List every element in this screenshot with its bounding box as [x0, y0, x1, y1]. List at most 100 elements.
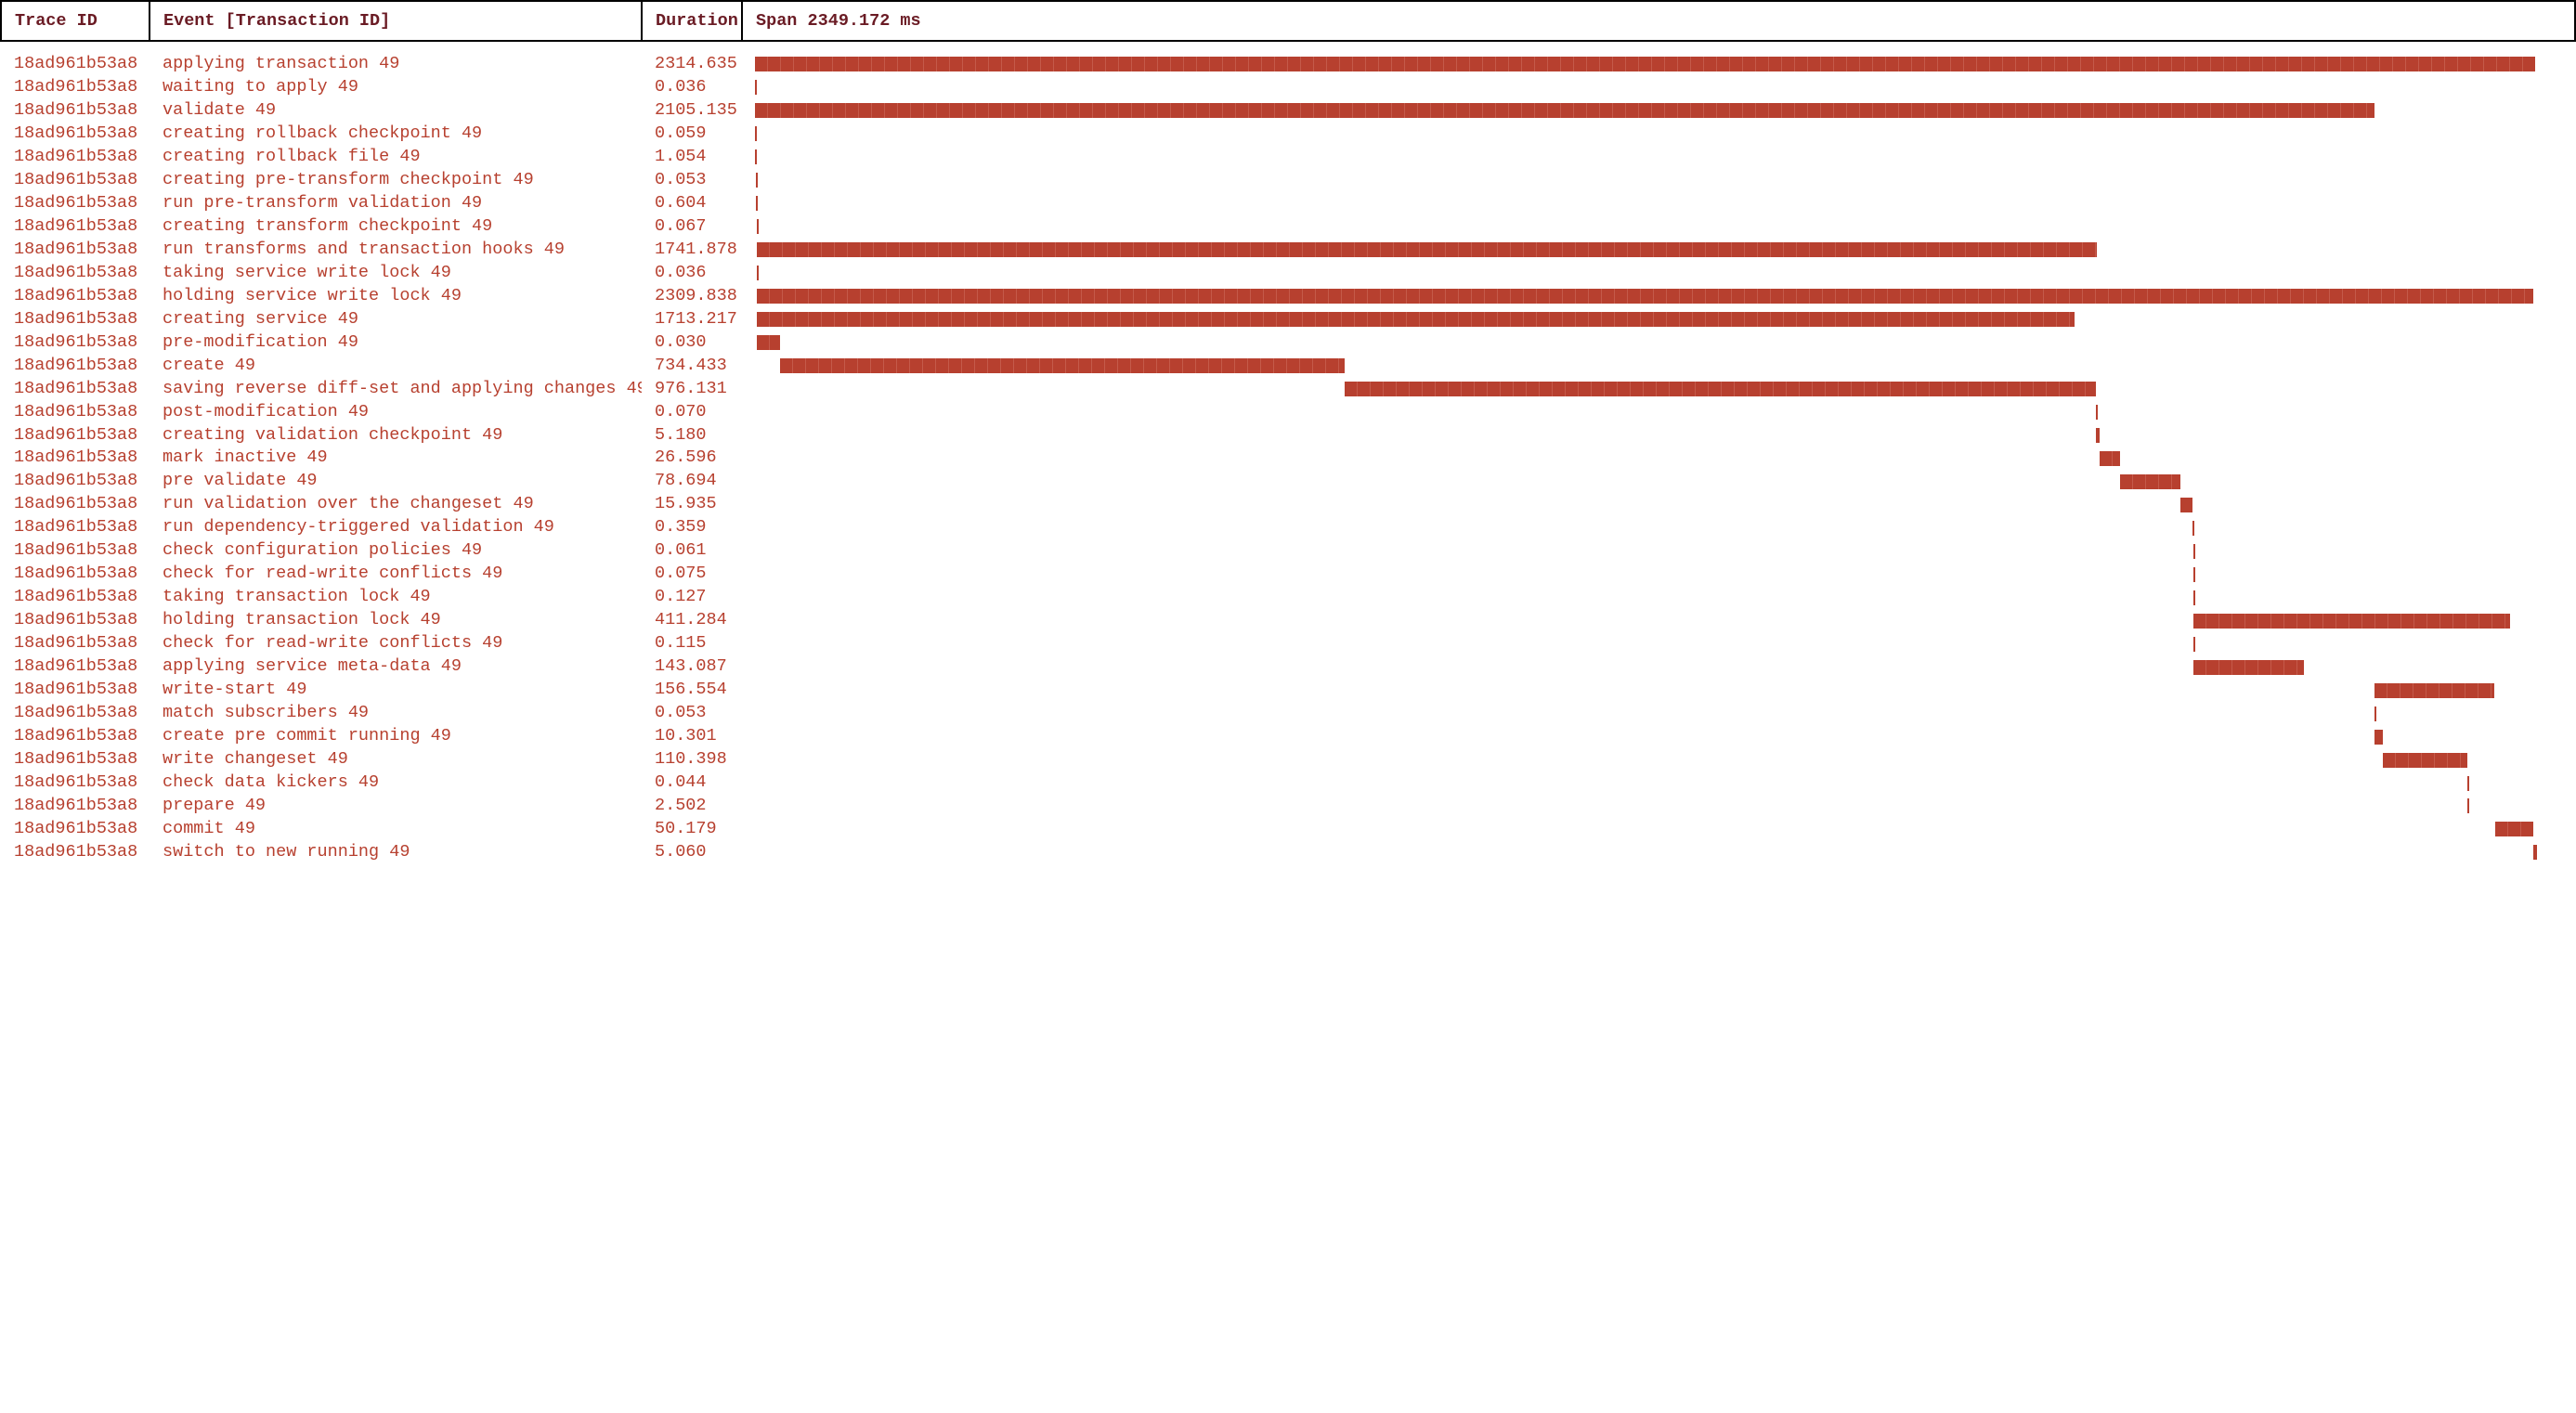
table-row[interactable]: 18ad961b53a8holding service write lock 4…: [1, 285, 2575, 308]
table-row[interactable]: 18ad961b53a8creating pre-transform check…: [1, 169, 2575, 192]
event-cell: match subscribers 49: [150, 702, 642, 725]
span-bar[interactable]: [2467, 798, 2469, 813]
span-bar[interactable]: [2192, 521, 2194, 536]
span-bar[interactable]: [756, 173, 758, 188]
table-row[interactable]: 18ad961b53a8commit 4950.179: [1, 818, 2575, 841]
table-row[interactable]: 18ad961b53a8taking service write lock 49…: [1, 262, 2575, 285]
span-bar[interactable]: [757, 219, 759, 234]
span-bar[interactable]: [2495, 822, 2534, 836]
span-bar[interactable]: [2180, 498, 2192, 512]
span-bar[interactable]: [2374, 706, 2376, 721]
trace-id-cell: 18ad961b53a8: [1, 308, 150, 331]
event-cell: waiting to apply 49: [150, 76, 642, 99]
table-row[interactable]: 18ad961b53a8create 49734.433: [1, 355, 2575, 378]
span-bar[interactable]: [756, 196, 758, 211]
table-row[interactable]: 18ad961b53a8mark inactive 4926.596: [1, 447, 2575, 470]
span-bar[interactable]: [757, 289, 2533, 304]
table-row[interactable]: 18ad961b53a8check for read-write conflic…: [1, 563, 2575, 586]
event-cell: applying service meta-data 49: [150, 655, 642, 679]
span-bar[interactable]: [2467, 776, 2469, 791]
duration-cell: 50.179: [642, 818, 742, 841]
table-row[interactable]: 18ad961b53a8run dependency-triggered val…: [1, 516, 2575, 539]
span-cell: [742, 539, 2575, 563]
table-row[interactable]: 18ad961b53a8creating rollback checkpoint…: [1, 123, 2575, 146]
span-bar[interactable]: [2120, 474, 2180, 489]
span-bar[interactable]: [2193, 567, 2195, 582]
header-event[interactable]: Event [Transaction ID]: [150, 1, 642, 41]
span-bar[interactable]: [757, 312, 2075, 327]
duration-cell: 734.433: [642, 355, 742, 378]
span-bar[interactable]: [2533, 845, 2537, 860]
span-cell: [742, 702, 2575, 725]
trace-id-cell: 18ad961b53a8: [1, 771, 150, 795]
span-bar[interactable]: [2374, 683, 2495, 698]
table-row[interactable]: 18ad961b53a8check for read-write conflic…: [1, 632, 2575, 655]
table-row[interactable]: 18ad961b53a8run transforms and transacti…: [1, 239, 2575, 262]
table-row[interactable]: 18ad961b53a8create pre commit running 49…: [1, 725, 2575, 748]
span-cell: [742, 355, 2575, 378]
event-cell: write changeset 49: [150, 748, 642, 771]
table-row[interactable]: 18ad961b53a8waiting to apply 490.036: [1, 76, 2575, 99]
span-cell: [742, 99, 2575, 123]
span-bar[interactable]: [2096, 428, 2100, 443]
span-cell: [742, 215, 2575, 239]
table-row[interactable]: 18ad961b53a8post-modification 490.070: [1, 401, 2575, 424]
span-bar[interactable]: [757, 266, 759, 280]
table-row[interactable]: 18ad961b53a8prepare 492.502: [1, 795, 2575, 818]
table-row[interactable]: 18ad961b53a8saving reverse diff-set and …: [1, 378, 2575, 401]
table-row[interactable]: 18ad961b53a8applying service meta-data 4…: [1, 655, 2575, 679]
span-bar[interactable]: [2100, 451, 2120, 466]
span-cell: [742, 123, 2575, 146]
event-cell: check data kickers 49: [150, 771, 642, 795]
table-row[interactable]: 18ad961b53a8holding transaction lock 494…: [1, 609, 2575, 632]
table-row[interactable]: 18ad961b53a8write changeset 49110.398: [1, 748, 2575, 771]
duration-cell: 0.036: [642, 76, 742, 99]
table-row[interactable]: 18ad961b53a8run pre-transform validation…: [1, 192, 2575, 215]
table-row[interactable]: 18ad961b53a8creating rollback file 491.0…: [1, 146, 2575, 169]
header-duration[interactable]: Duration: [642, 1, 742, 41]
span-bar[interactable]: [755, 149, 757, 164]
table-row[interactable]: 18ad961b53a8creating service 491713.217: [1, 308, 2575, 331]
duration-cell: 0.059: [642, 123, 742, 146]
duration-cell: 0.044: [642, 771, 742, 795]
table-row[interactable]: 18ad961b53a8write-start 49156.554: [1, 679, 2575, 702]
span-bar[interactable]: [2193, 544, 2195, 559]
span-bar[interactable]: [755, 80, 757, 95]
table-row[interactable]: 18ad961b53a8applying transaction 492314.…: [1, 41, 2575, 76]
table-row[interactable]: 18ad961b53a8pre validate 4978.694: [1, 470, 2575, 493]
table-row[interactable]: 18ad961b53a8validate 492105.135: [1, 99, 2575, 123]
table-row[interactable]: 18ad961b53a8check configuration policies…: [1, 539, 2575, 563]
trace-id-cell: 18ad961b53a8: [1, 725, 150, 748]
span-cell: [742, 424, 2575, 447]
duration-cell: 0.075: [642, 563, 742, 586]
header-trace-id[interactable]: Trace ID: [1, 1, 150, 41]
table-row[interactable]: 18ad961b53a8run validation over the chan…: [1, 493, 2575, 516]
span-bar[interactable]: [1345, 382, 2096, 396]
span-bar[interactable]: [757, 335, 780, 350]
span-bar[interactable]: [2193, 590, 2195, 605]
span-bar[interactable]: [2374, 730, 2383, 745]
span-bar[interactable]: [755, 57, 2535, 71]
table-row[interactable]: 18ad961b53a8match subscribers 490.053: [1, 702, 2575, 725]
span-bar[interactable]: [780, 358, 1345, 373]
span-bar[interactable]: [2096, 405, 2098, 420]
span-bar[interactable]: [2193, 637, 2195, 652]
span-cell: [742, 795, 2575, 818]
event-cell: check for read-write conflicts 49: [150, 563, 642, 586]
trace-id-cell: 18ad961b53a8: [1, 41, 150, 76]
trace-id-cell: 18ad961b53a8: [1, 655, 150, 679]
event-cell: run transforms and transaction hooks 49: [150, 239, 642, 262]
span-bar[interactable]: [2193, 660, 2304, 675]
header-span[interactable]: Span 2349.172 ms: [742, 1, 2575, 41]
table-row[interactable]: 18ad961b53a8check data kickers 490.044: [1, 771, 2575, 795]
span-bar[interactable]: [2193, 614, 2510, 629]
table-row[interactable]: 18ad961b53a8pre-modification 490.030: [1, 331, 2575, 355]
span-bar[interactable]: [755, 103, 2374, 118]
span-bar[interactable]: [757, 242, 2097, 257]
table-row[interactable]: 18ad961b53a8switch to new running 495.06…: [1, 841, 2575, 864]
span-bar[interactable]: [2383, 753, 2467, 768]
table-row[interactable]: 18ad961b53a8creating validation checkpoi…: [1, 424, 2575, 447]
table-row[interactable]: 18ad961b53a8creating transform checkpoin…: [1, 215, 2575, 239]
span-bar[interactable]: [755, 126, 757, 141]
table-row[interactable]: 18ad961b53a8taking transaction lock 490.…: [1, 586, 2575, 609]
